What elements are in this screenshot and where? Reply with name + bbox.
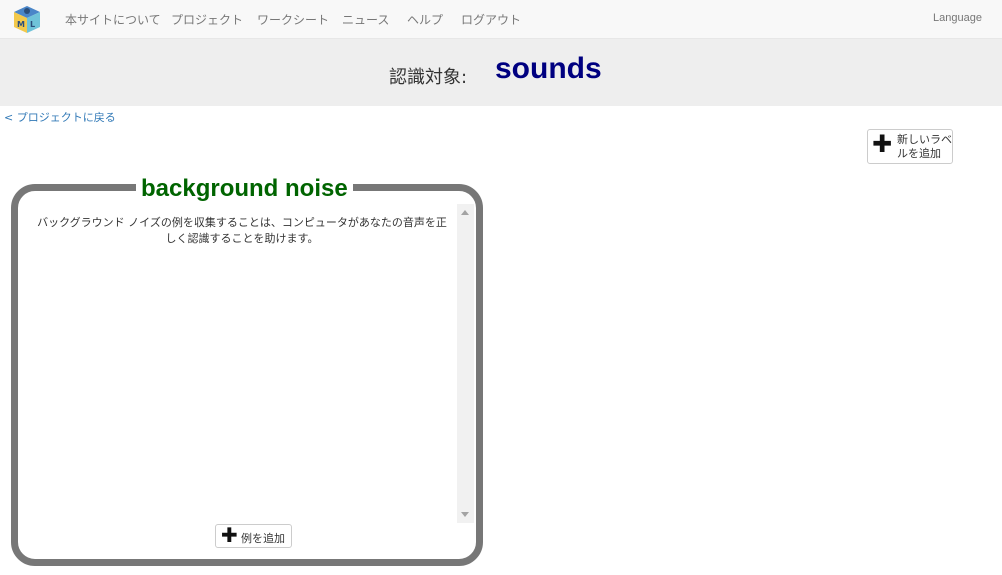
nav-help[interactable]: ヘルプ bbox=[407, 11, 443, 28]
recognition-type-value: sounds bbox=[495, 52, 602, 85]
nav-projects[interactable]: プロジェクト bbox=[171, 11, 243, 28]
recognition-type-label: 認識対象: bbox=[389, 67, 468, 88]
label-card-background-noise: background noise バックグラウンド ノイズの例を収集することは、… bbox=[11, 174, 483, 566]
label-card-title: background noise bbox=[136, 174, 353, 204]
plus-icon: ✚ bbox=[872, 130, 893, 158]
label-card-description: バックグラウンド ノイズの例を収集することは、コンピュータがあなたの音声を正しく… bbox=[37, 216, 447, 245]
plus-icon: ✚ bbox=[221, 523, 238, 547]
nav-about[interactable]: 本サイトについて bbox=[65, 11, 161, 28]
scroll-down-arrow-icon[interactable] bbox=[461, 512, 469, 517]
svg-text:M: M bbox=[17, 20, 25, 29]
svg-text:L: L bbox=[30, 20, 35, 29]
top-navbar: M L 本サイトについて プロジェクト ワークシート ニュース ヘルプ ログアウ… bbox=[0, 0, 1002, 39]
scroll-up-arrow-icon[interactable] bbox=[461, 210, 469, 215]
project-banner: 認識対象: sounds bbox=[0, 39, 1002, 106]
app-logo-icon[interactable]: M L bbox=[12, 4, 42, 34]
add-new-label-text: 新しいラベルを追加 bbox=[897, 133, 952, 160]
card-scrollbar[interactable] bbox=[457, 204, 474, 523]
nav-news[interactable]: ニュース bbox=[342, 11, 389, 28]
add-example-text: 例を追加 bbox=[241, 532, 285, 545]
nav-worksheets[interactable]: ワークシート bbox=[257, 11, 329, 28]
language-selector[interactable]: Language bbox=[933, 12, 982, 24]
nav-logout[interactable]: ログアウト bbox=[461, 11, 521, 28]
add-new-label-button[interactable]: ✚ 新しいラベルを追加 bbox=[867, 129, 953, 164]
add-example-button[interactable]: ✚ 例を追加 bbox=[215, 523, 292, 548]
back-to-project-link[interactable]: < プロジェクトに戻る bbox=[4, 109, 116, 125]
